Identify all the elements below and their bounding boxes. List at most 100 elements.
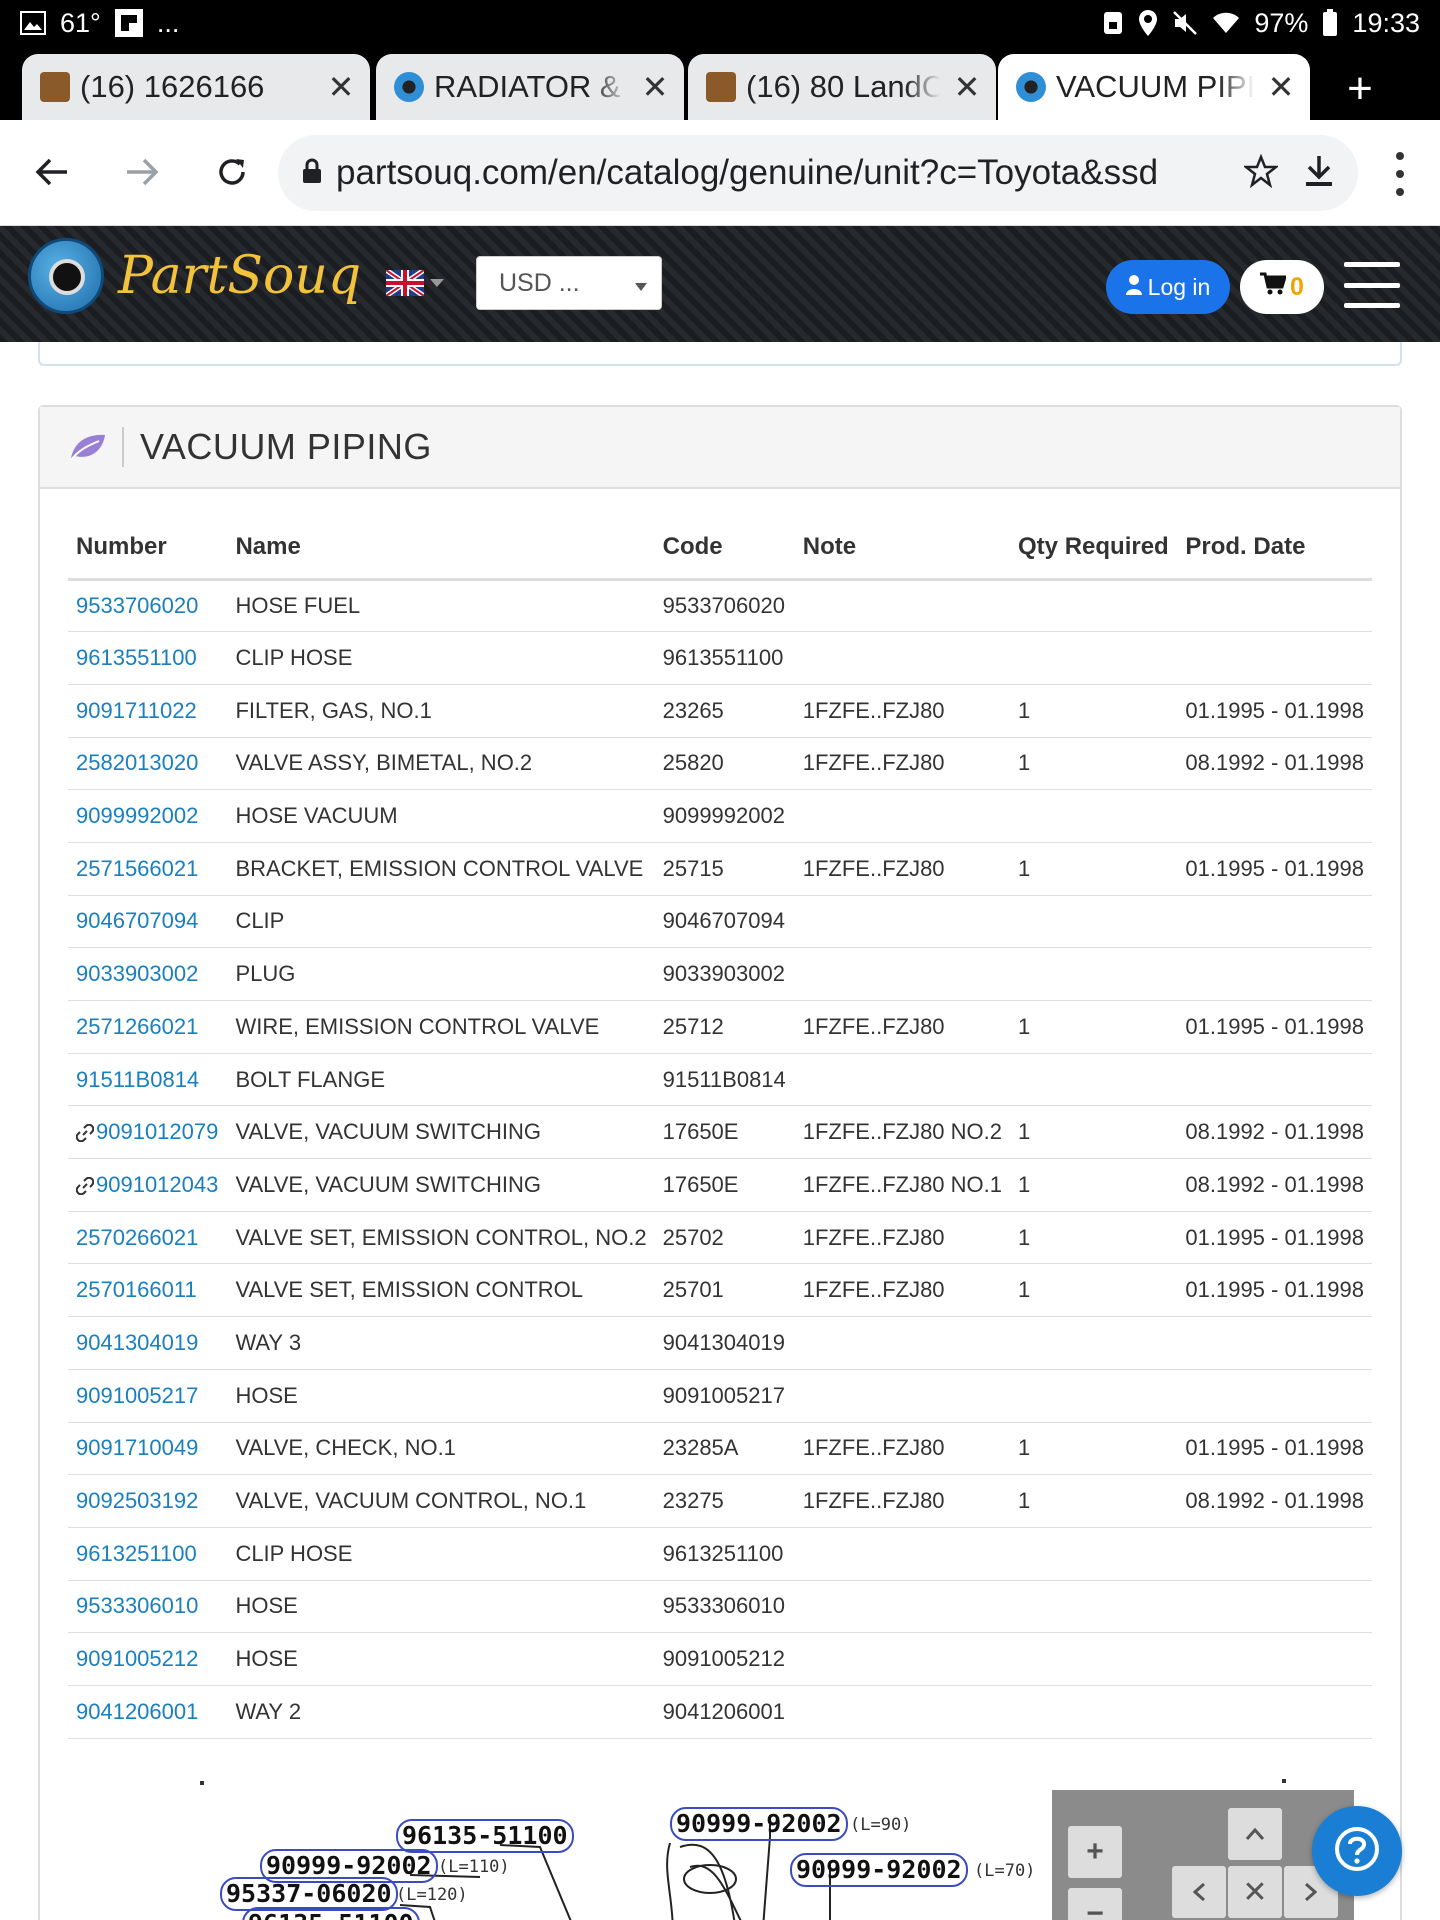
currency-select[interactable]: USD ... bbox=[476, 256, 662, 310]
column-header-code[interactable]: Code bbox=[654, 517, 795, 581]
diagram-callout[interactable]: 95337-06020 bbox=[220, 1877, 398, 1911]
diagram-length-note: (L=90) bbox=[850, 1815, 912, 1835]
part-number-link[interactable]: 9033903002 bbox=[76, 961, 198, 986]
site-logo-text[interactable]: PartSouq bbox=[118, 246, 361, 306]
table-row[interactable]: 9041206001 WAY 2 9041206001 bbox=[68, 1685, 1372, 1739]
table-row[interactable]: 9092503192 VALVE, VACUUM CONTROL, NO.1 232… bbox=[68, 1474, 1372, 1528]
bookmark-star-icon[interactable] bbox=[1242, 153, 1280, 193]
column-header-qty[interactable]: Qty Required bbox=[1010, 517, 1178, 581]
part-number-link[interactable]: 9091710049 bbox=[76, 1435, 198, 1460]
table-row[interactable]: 9533306010 HOSE 9533306010 bbox=[68, 1580, 1372, 1634]
part-number-link[interactable]: 9092503192 bbox=[76, 1488, 198, 1513]
part-number-link[interactable]: 9091012043 bbox=[96, 1172, 218, 1197]
part-number-link[interactable]: 2570266021 bbox=[76, 1225, 198, 1250]
cell-note bbox=[794, 1527, 1011, 1581]
column-header-prod-date[interactable]: Prod. Date bbox=[1177, 517, 1372, 581]
cell-number: 9099992002 bbox=[68, 789, 228, 843]
pan-left-chevron-icon[interactable] bbox=[1172, 1866, 1226, 1918]
table-row[interactable]: 2570166011 VALVE SET, EMISSION CONTROL 257… bbox=[68, 1263, 1372, 1318]
part-number-link[interactable]: 91511B0814 bbox=[76, 1067, 199, 1092]
reset-close-icon[interactable]: ✕ bbox=[1228, 1866, 1282, 1918]
close-tab-icon[interactable]: ✕ bbox=[324, 69, 358, 105]
close-tab-icon[interactable]: ✕ bbox=[950, 69, 984, 105]
close-tab-icon[interactable]: ✕ bbox=[638, 69, 672, 105]
cell-prod-date bbox=[1177, 895, 1372, 949]
table-row[interactable]: 2582013020 VALVE ASSY, BIMETAL, NO.2 25820… bbox=[68, 737, 1372, 791]
part-number-link[interactable]: 9533306010 bbox=[76, 1593, 198, 1618]
column-header-number[interactable]: Number bbox=[68, 517, 228, 581]
reload-icon[interactable] bbox=[202, 142, 262, 202]
table-row[interactable]: 9613251100 CLIP HOSE 9613251100 bbox=[68, 1527, 1372, 1581]
part-number-link[interactable]: 9091005212 bbox=[76, 1646, 198, 1671]
help-button[interactable] bbox=[1312, 1806, 1402, 1896]
column-header-name[interactable]: Name bbox=[227, 517, 655, 581]
part-number-link[interactable]: 9613251100 bbox=[76, 1541, 197, 1566]
close-tab-icon[interactable]: ✕ bbox=[1264, 69, 1298, 105]
table-row[interactable]: 9091710049 VALVE, CHECK, NO.1 23285A 1FZFE.… bbox=[68, 1422, 1372, 1476]
table-row[interactable]: 9099992002 HOSE VACUUM 9099992002 bbox=[68, 789, 1372, 843]
language-selector[interactable] bbox=[386, 270, 444, 296]
tab-3[interactable]: (16) 80 LandC ✕ bbox=[688, 54, 996, 120]
diagram-callout[interactable]: 96135-51100 bbox=[396, 1819, 574, 1853]
diagram-callout[interactable]: 90999-92002 bbox=[790, 1853, 968, 1887]
diagram-callout[interactable]: 90999-92002 bbox=[670, 1807, 848, 1841]
zoom-out-icon[interactable]: − bbox=[1068, 1888, 1122, 1920]
cell-qty bbox=[1010, 1685, 1178, 1739]
part-number-link[interactable]: 9041304019 bbox=[76, 1330, 198, 1355]
table-row[interactable]: 9033903002 PLUG 9033903002 bbox=[68, 947, 1372, 1001]
back-arrow-icon[interactable] bbox=[22, 142, 82, 202]
part-number-link[interactable]: 9046707094 bbox=[76, 908, 198, 933]
login-button[interactable]: Log in bbox=[1106, 260, 1230, 314]
table-row[interactable]: 9091005212 HOSE 9091005212 bbox=[68, 1632, 1372, 1686]
part-number-link[interactable]: 9091711022 bbox=[76, 698, 197, 723]
column-header-note[interactable]: Note bbox=[794, 517, 1011, 581]
table-row[interactable]: 2570266021 VALVE SET, EMISSION CONTROL, N… bbox=[68, 1211, 1372, 1265]
table-row[interactable]: 9046707094 CLIP 9046707094 bbox=[68, 895, 1372, 949]
part-number-link[interactable]: 2571566021 bbox=[76, 856, 198, 881]
table-row[interactable]: 9091012079 VALVE, VACUUM SWITCHING 17650E 1… bbox=[68, 1105, 1372, 1160]
cell-prod-date bbox=[1177, 1369, 1372, 1423]
table-row[interactable]: 9091711022 FILTER, GAS, NO.1 23265 1FZFE..F… bbox=[68, 684, 1372, 738]
tab-2[interactable]: RADIATOR & W ✕ bbox=[376, 54, 684, 120]
part-number-link[interactable]: 9091005217 bbox=[76, 1383, 198, 1408]
cell-number: 9046707094 bbox=[68, 895, 228, 949]
table-row[interactable]: 9041304019 WAY 3 9041304019 bbox=[68, 1316, 1372, 1370]
part-number-link[interactable]: 9099992002 bbox=[76, 803, 198, 828]
table-row[interactable]: 2571266021 WIRE, EMISSION CONTROL VALVE 25… bbox=[68, 1000, 1372, 1054]
address-bar[interactable]: partsouq.com/en/catalog/genuine/unit?c=T… bbox=[278, 135, 1358, 211]
url-text[interactable]: partsouq.com/en/catalog/genuine/unit?c=T… bbox=[336, 153, 1230, 193]
table-row[interactable]: 91511B0814 BOLT FLANGE 91511B0814 bbox=[68, 1053, 1372, 1107]
cell-number: 9091005217 bbox=[68, 1369, 228, 1423]
tab-1[interactable]: (16) 1626166 ✕ bbox=[22, 54, 370, 120]
part-number-link[interactable]: 9613551100 bbox=[76, 645, 197, 670]
pan-up-chevron-icon[interactable] bbox=[1228, 1808, 1282, 1860]
cell-prod-date bbox=[1177, 631, 1372, 685]
tab-4-active[interactable]: VACUUM PIPI ✕ bbox=[998, 54, 1310, 120]
forward-arrow-icon[interactable] bbox=[112, 142, 172, 202]
cell-prod-date: 01.1995 - 01.1998 bbox=[1177, 1000, 1372, 1054]
cart-button[interactable]: 0 bbox=[1240, 260, 1324, 314]
part-number-link[interactable]: 9041206001 bbox=[76, 1699, 198, 1724]
cell-note bbox=[794, 1685, 1011, 1739]
table-row[interactable]: 9613551100 CLIP HOSE 9613551100 bbox=[68, 631, 1372, 685]
diagram-callout[interactable]: 96135-51100 bbox=[242, 1907, 420, 1920]
cell-note bbox=[794, 947, 1011, 1001]
part-number-link[interactable]: 9091012079 bbox=[96, 1119, 218, 1144]
partsouq-logo-icon[interactable] bbox=[28, 238, 104, 314]
part-number-link[interactable]: 9533706020 bbox=[76, 593, 198, 618]
cell-note: 1FZFE..FZJ80 bbox=[794, 1000, 1011, 1054]
cell-note: 1FZFE..FZJ80 bbox=[794, 842, 1011, 896]
download-icon[interactable] bbox=[1304, 154, 1334, 193]
table-row[interactable]: 9091012043 VALVE, VACUUM SWITCHING 17650E 1… bbox=[68, 1158, 1372, 1212]
part-number-link[interactable]: 2570166011 bbox=[76, 1277, 197, 1302]
browser-menu-icon[interactable] bbox=[1380, 152, 1420, 196]
new-tab-plus-icon[interactable]: + bbox=[1338, 64, 1382, 114]
table-row[interactable]: 9533706020 HOSE FUEL 9533706020 bbox=[68, 579, 1372, 633]
zoom-in-icon[interactable]: + bbox=[1068, 1826, 1122, 1878]
table-row[interactable]: 9091005217 HOSE 9091005217 bbox=[68, 1369, 1372, 1423]
hamburger-menu-icon[interactable] bbox=[1344, 262, 1400, 308]
table-row[interactable]: 2571566021 BRACKET, EMISSION CONTROL VALV… bbox=[68, 842, 1372, 896]
cell-name: VALVE, VACUUM CONTROL, NO.1 bbox=[227, 1474, 655, 1528]
part-number-link[interactable]: 2571266021 bbox=[76, 1014, 198, 1039]
part-number-link[interactable]: 2582013020 bbox=[76, 750, 198, 775]
